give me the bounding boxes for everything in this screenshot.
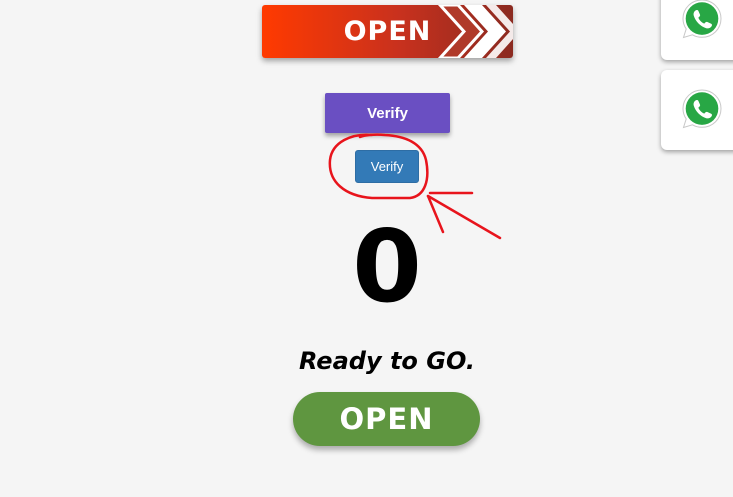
banner-label: OPEN [343,16,432,47]
verify-secondary-button[interactable]: Verify [355,150,419,183]
open-banner-button[interactable]: OPEN [262,5,513,58]
whatsapp-button-1[interactable] [661,0,733,60]
counter-value: 0 [352,208,422,325]
whatsapp-icon [682,89,722,129]
whatsapp-button-2[interactable] [661,70,733,150]
status-text: Ready to GO. [299,347,475,375]
verify-primary-button[interactable]: Verify [325,93,450,133]
open-pill-button[interactable]: OPEN [293,392,480,446]
whatsapp-icon [682,0,722,39]
